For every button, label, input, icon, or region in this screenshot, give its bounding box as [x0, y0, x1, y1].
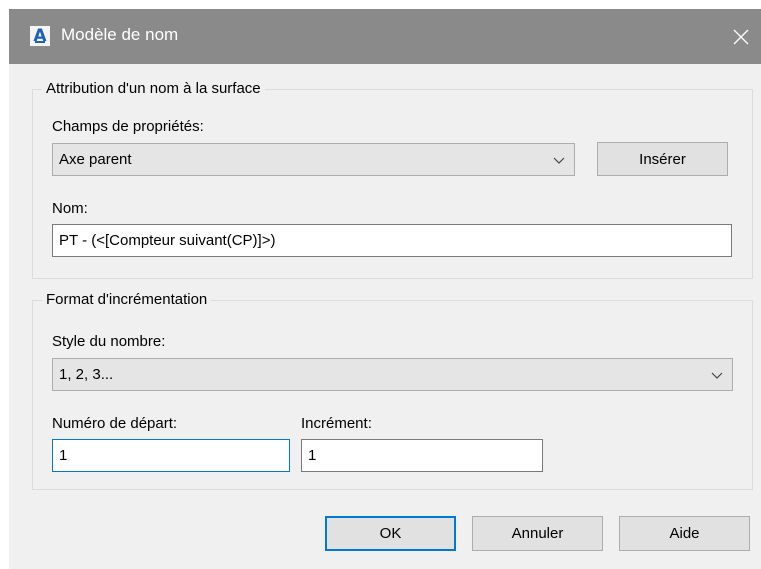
- property-fields-value: Axe parent: [59, 151, 132, 168]
- number-style-dropdown[interactable]: 1, 2, 3...: [52, 358, 733, 391]
- property-fields-dropdown[interactable]: Axe parent: [52, 143, 575, 176]
- chevron-down-icon: [553, 157, 565, 164]
- close-icon: [733, 29, 749, 44]
- property-fields-label: Champs de propriétés:: [52, 118, 204, 135]
- start-number-input[interactable]: 1: [52, 439, 290, 472]
- name-label: Nom:: [52, 200, 88, 217]
- number-style-value: 1, 2, 3...: [59, 366, 114, 383]
- name-input[interactable]: PT - (<[Compteur suivant(CP)]>): [52, 224, 732, 257]
- ok-button[interactable]: OK: [325, 516, 456, 551]
- cancel-button[interactable]: Annuler: [472, 516, 603, 551]
- number-style-label: Style du nombre:: [52, 333, 166, 350]
- name-input-value: PT - (<[Compteur suivant(CP)]>): [59, 232, 276, 249]
- increment-group-legend: Format d'incrémentation: [42, 290, 212, 310]
- increment-label: Incrément:: [301, 415, 372, 432]
- increment-input[interactable]: 1: [301, 439, 543, 472]
- start-number-value: 1: [59, 447, 68, 464]
- help-button[interactable]: Aide: [619, 516, 750, 551]
- close-button[interactable]: [721, 9, 761, 64]
- chevron-down-icon: [711, 372, 723, 379]
- increment-value: 1: [308, 447, 317, 464]
- naming-group-legend: Attribution d'un nom à la surface: [42, 79, 265, 99]
- autocad-a-icon: A: [30, 26, 50, 46]
- title-bar[interactable]: A Modèle de nom: [9, 9, 761, 64]
- window-title: Modèle de nom: [61, 25, 179, 44]
- name-template-dialog: A Modèle de nom Attribution d'un nom à l…: [9, 9, 761, 569]
- start-number-label: Numéro de départ:: [52, 415, 178, 432]
- insert-button[interactable]: Insérer: [597, 142, 728, 176]
